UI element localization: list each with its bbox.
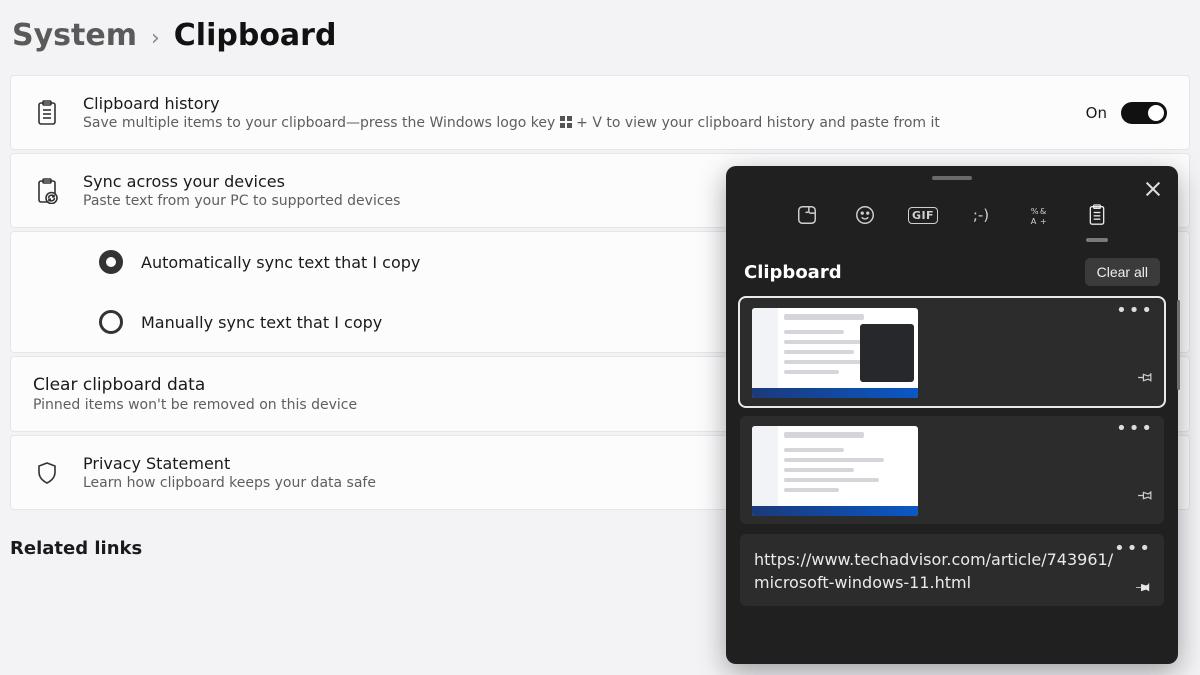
more-icon[interactable]: ••• [1116,306,1154,316]
tab-clipboard[interactable] [1084,202,1110,228]
breadcrumb-parent[interactable]: System [12,18,137,53]
radio-icon [99,310,123,334]
popup-tabs: GIF ;-) % & A + [726,202,1178,228]
clear-all-button[interactable]: Clear all [1085,258,1160,286]
clipboard-history-toggle[interactable] [1121,102,1167,124]
setting-title: Clipboard history [83,94,1064,113]
popup-title: Clipboard [744,262,842,283]
clipboard-item[interactable]: https://www.techadvisor.com/article/7439… [740,534,1164,606]
tab-emoji[interactable] [852,202,878,228]
tab-kaomoji[interactable]: ;-) [968,202,994,228]
more-icon[interactable]: ••• [1116,424,1154,434]
radio-icon [99,250,123,274]
tab-sticker[interactable] [794,202,820,228]
shield-icon [33,460,61,486]
close-icon[interactable] [1142,178,1164,200]
page-title: Clipboard [174,18,337,53]
clipboard-sync-icon [33,178,61,204]
clipboard-thumbnail [752,426,918,516]
radio-label: Manually sync text that I copy [141,313,382,332]
svg-text:+: + [1040,216,1047,226]
svg-text:&: & [1040,206,1047,216]
scrollbar[interactable] [1177,300,1180,390]
breadcrumb: System › Clipboard [0,0,1200,75]
pin-icon[interactable] [1134,578,1152,596]
clipboard-item[interactable]: ••• [740,416,1164,524]
windows-key-icon [560,116,572,128]
tab-symbols[interactable]: % & A + [1026,202,1052,228]
svg-text:A: A [1031,216,1037,226]
clipboard-popup: GIF ;-) % & A + Clipboard Clear all [726,166,1178,664]
clipboard-list-icon [33,100,61,126]
radio-label: Automatically sync text that I copy [141,253,420,272]
clipboard-text: https://www.techadvisor.com/article/7439… [754,548,1120,594]
chevron-right-icon: › [151,26,160,51]
tab-gif[interactable]: GIF [910,202,936,228]
setting-description: Save multiple items to your clipboard—pr… [83,115,1064,131]
drag-handle[interactable] [932,176,972,180]
toggle-state-label: On [1086,104,1107,122]
clipboard-item-list: ••• ••• https://www.techadvisor.com/arti… [726,298,1178,606]
setting-clipboard-history: Clipboard history Save multiple items to… [10,75,1190,150]
pin-icon[interactable] [1136,486,1154,504]
clipboard-thumbnail [752,308,918,398]
svg-text:%: % [1031,206,1039,216]
pin-icon[interactable] [1136,368,1154,386]
clipboard-item[interactable]: ••• [740,298,1164,406]
more-icon[interactable]: ••• [1114,544,1152,554]
